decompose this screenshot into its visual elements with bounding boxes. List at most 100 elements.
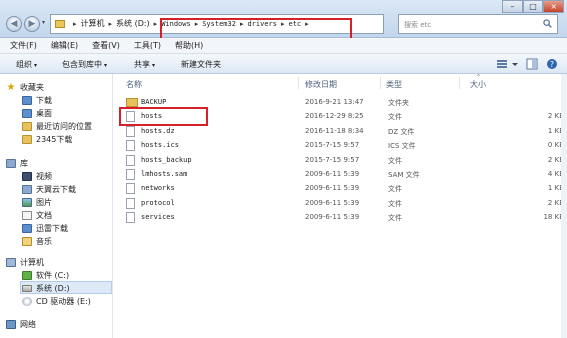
- file-list: ^ 名称 修改日期 类型 大小 BACKUP 2016-9-21 13:47 文件夹…: [114, 74, 567, 338]
- nav-2345-downloads[interactable]: 2345下载: [22, 134, 72, 145]
- nav-downloads[interactable]: 下载: [22, 95, 52, 106]
- table-row[interactable]: protocol 2009-6-11 5:39 文件 2 KB: [124, 196, 564, 210]
- breadcrumb-separator[interactable]: ▸: [305, 20, 309, 28]
- nav-computer[interactable]: 计算机: [6, 257, 44, 268]
- vertical-scrollbar[interactable]: [561, 74, 567, 338]
- file-type: ICS 文件: [388, 142, 416, 151]
- drive-d-icon: [22, 285, 32, 292]
- nav-label: 文档: [36, 211, 52, 220]
- nav-videos[interactable]: 视频: [22, 171, 52, 182]
- file-size: 1 KB: [547, 184, 564, 193]
- table-row[interactable]: hosts_backup 2015-7-15 9:57 文件 2 KB: [124, 153, 564, 167]
- column-header-date[interactable]: 修改日期: [305, 79, 337, 90]
- file-size: 2 KB: [547, 198, 564, 207]
- column-header-name[interactable]: 名称: [126, 79, 142, 90]
- table-row[interactable]: hosts.ics 2015-7-15 9:57 ICS 文件 0 KB: [124, 138, 564, 152]
- nav-network[interactable]: 网络: [6, 319, 36, 330]
- nav-drive-d[interactable]: 系统 (D:): [22, 283, 70, 294]
- address-bar[interactable]: ▸ 计算机 ▸ 系统 (D:) ▸ Windows ▸ System32 ▸ d…: [50, 14, 436, 34]
- breadcrumb-computer[interactable]: 计算机: [81, 18, 105, 29]
- file-name: hosts_backup: [141, 155, 192, 164]
- forward-arrow-icon[interactable]: ▶: [24, 16, 40, 32]
- menu-file[interactable]: 文件(F): [10, 40, 37, 51]
- menu-help[interactable]: 帮助(H): [175, 40, 203, 51]
- table-row[interactable]: services 2009-6-11 5:39 文件 18 KB: [124, 210, 564, 224]
- search-placeholder: 搜索 etc: [404, 21, 432, 29]
- chevron-down-icon: ▾: [152, 62, 156, 69]
- nav-documents[interactable]: 文档: [22, 210, 52, 221]
- table-row[interactable]: hosts 2016-12-29 8:25 文件 2 KB: [124, 109, 564, 123]
- svg-text:?: ?: [550, 60, 554, 69]
- include-in-library-button[interactable]: 包含到库中 ▾: [62, 59, 107, 70]
- nav-label: 音乐: [36, 237, 52, 246]
- nav-drive-c[interactable]: 软件 (C:): [22, 270, 69, 281]
- search-input[interactable]: 搜索 etc: [398, 14, 558, 34]
- nav-favorites[interactable]: ★ 收藏夹: [6, 82, 44, 93]
- file-type: 文件: [388, 214, 402, 223]
- nav-desktop[interactable]: 桌面: [22, 108, 52, 119]
- file-type: DZ 文件: [388, 127, 415, 136]
- table-row[interactable]: BACKUP 2016-9-21 13:47 文件夹: [124, 95, 564, 109]
- breadcrumb: ▸ 计算机 ▸ 系统 (D:) ▸ Windows ▸ System32 ▸ d…: [55, 18, 313, 29]
- minimize-button[interactable]: –: [502, 0, 523, 13]
- help-icon[interactable]: ?: [546, 58, 558, 70]
- recent-pages-dropdown-icon[interactable]: ▾: [42, 19, 45, 26]
- table-row[interactable]: lmhosts.sam 2009-6-11 5:39 SAM 文件 4 KB: [124, 167, 564, 181]
- breadcrumb-separator[interactable]: ▸: [154, 20, 158, 28]
- breadcrumb-separator[interactable]: ▸: [195, 20, 199, 28]
- share-button[interactable]: 共享 ▾: [134, 59, 155, 70]
- file-icon: [126, 140, 135, 152]
- menu-edit[interactable]: 编辑(E): [51, 40, 78, 51]
- table-row[interactable]: hosts.dz 2016-11-18 8:34 DZ 文件 1 KB: [124, 124, 564, 138]
- breadcrumb-drivers[interactable]: drivers: [247, 20, 277, 28]
- cloud-folder-icon: [22, 185, 32, 194]
- back-arrow-icon[interactable]: ◀: [6, 16, 22, 32]
- close-button[interactable]: ×: [543, 0, 565, 13]
- share-label: 共享: [134, 60, 150, 69]
- column-divider[interactable]: [380, 77, 381, 89]
- nav-pictures[interactable]: 图片: [22, 197, 52, 208]
- menu-tools[interactable]: 工具(T): [134, 40, 161, 51]
- maximize-button[interactable]: □: [522, 0, 544, 13]
- nav-xunlei[interactable]: 迅雷下载: [22, 223, 68, 234]
- cd-drive-icon: [22, 297, 32, 306]
- column-divider[interactable]: [298, 77, 299, 89]
- file-type: 文件: [388, 156, 402, 165]
- folder-icon: [126, 98, 138, 107]
- nav-label: 收藏夹: [20, 83, 44, 92]
- nav-music[interactable]: 音乐: [22, 236, 52, 247]
- breadcrumb-etc[interactable]: etc: [288, 20, 301, 28]
- breadcrumb-windows[interactable]: Windows: [161, 20, 191, 28]
- file-date: 2015-7-15 9:57: [305, 141, 360, 150]
- nav-libraries[interactable]: 库: [6, 158, 28, 169]
- breadcrumb-separator[interactable]: ▸: [281, 20, 285, 28]
- file-date: 2016-9-21 13:47: [305, 98, 364, 106]
- new-folder-button[interactable]: 新建文件夹: [181, 59, 221, 70]
- view-details-icon[interactable]: [496, 58, 508, 70]
- organize-button[interactable]: 组织 ▾: [16, 59, 37, 70]
- file-name: services: [141, 213, 175, 222]
- nav-label: CD 驱动器 (E:): [36, 297, 91, 306]
- breadcrumb-separator[interactable]: ▸: [109, 20, 113, 28]
- column-header-size[interactable]: 大小: [470, 79, 486, 90]
- breadcrumb-separator[interactable]: ▸: [73, 20, 77, 28]
- menu-view[interactable]: 查看(V): [92, 40, 120, 51]
- preview-pane-icon[interactable]: [526, 58, 538, 70]
- search-icon[interactable]: [543, 19, 552, 28]
- nav-label: 天翼云下载: [36, 185, 76, 194]
- command-bar: 组织 ▾ 包含到库中 ▾ 共享 ▾ 新建文件夹 ?: [0, 54, 567, 74]
- breadcrumb-system32[interactable]: System32: [202, 20, 236, 28]
- recent-places-icon: [22, 122, 32, 131]
- chevron-down-icon[interactable]: [509, 58, 521, 70]
- breadcrumb-drive-d[interactable]: 系统 (D:): [116, 18, 150, 29]
- nav-label: 图片: [36, 198, 52, 207]
- file-type: SAM 文件: [388, 171, 420, 179]
- breadcrumb-separator[interactable]: ▸: [240, 20, 244, 28]
- column-header-type[interactable]: 类型: [386, 79, 402, 90]
- file-type: 文件: [388, 199, 402, 208]
- table-row[interactable]: networks 2009-6-11 5:39 文件 1 KB: [124, 181, 564, 195]
- nav-recent-places[interactable]: 最近访问的位置: [22, 121, 92, 132]
- nav-tianyi-cloud[interactable]: 天翼云下载: [22, 184, 76, 195]
- column-divider[interactable]: [459, 77, 460, 89]
- nav-drive-e[interactable]: CD 驱动器 (E:): [22, 296, 91, 307]
